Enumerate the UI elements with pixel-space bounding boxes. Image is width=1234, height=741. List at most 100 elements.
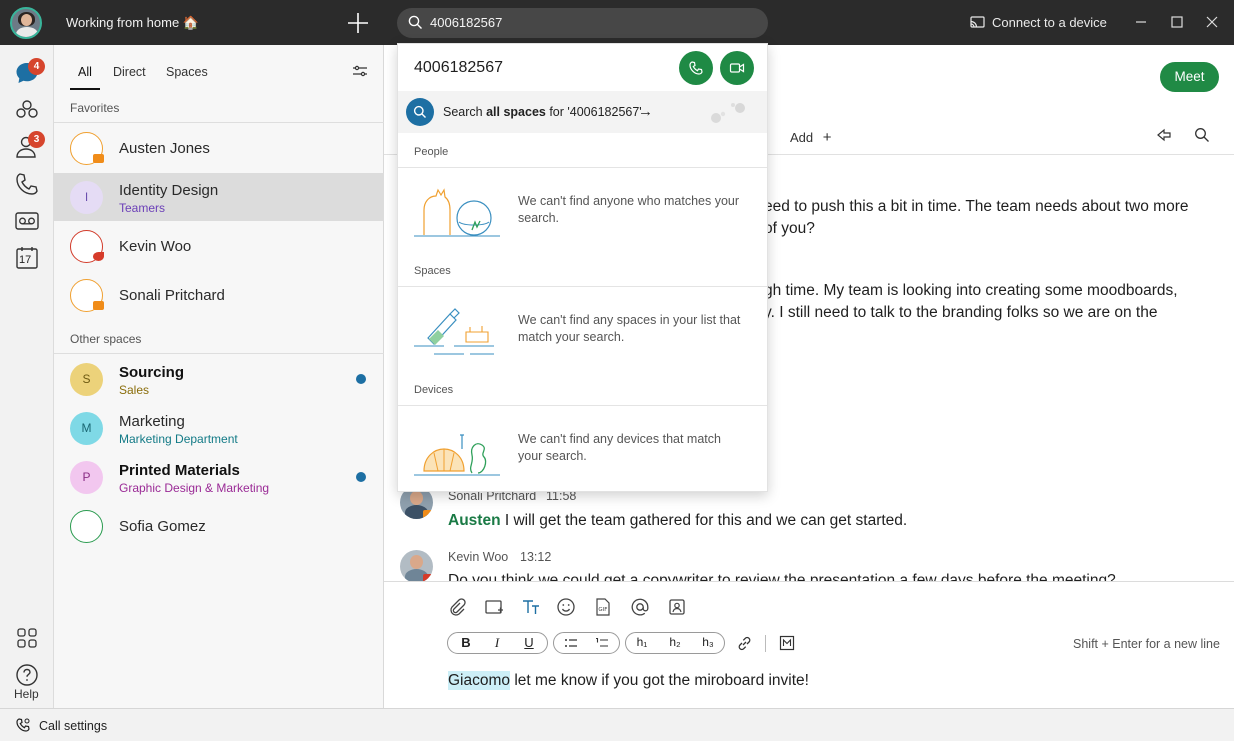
- space-name: Austen Jones: [119, 140, 210, 157]
- help-icon[interactable]: [13, 661, 41, 689]
- attach-icon[interactable]: [447, 597, 467, 617]
- heading-3-button[interactable]: h₃: [697, 635, 719, 649]
- bottom-bar: Call settings: [0, 708, 1234, 741]
- apps-grid-icon[interactable]: [13, 624, 41, 652]
- list-item[interactable]: Kevin Woo: [54, 222, 384, 270]
- space-name: Printed Materials: [119, 462, 240, 479]
- message-input[interactable]: Giacomo let me know if you got the mirob…: [448, 671, 809, 690]
- space-name: Sofia Gomez: [119, 518, 206, 535]
- divider: [54, 353, 384, 354]
- connect-device-button[interactable]: Connect to a device: [970, 15, 1107, 30]
- help-label: Help: [14, 687, 39, 701]
- heading-2-button[interactable]: h₂: [664, 635, 686, 649]
- shell-seahorse-illustration: [414, 434, 500, 476]
- space-name: Marketing: [119, 413, 185, 430]
- message-author: Kevin Woo: [448, 550, 509, 564]
- teams-icon[interactable]: [13, 96, 41, 124]
- search-all-spaces-button[interactable]: Search all spaces for '4006182567' →: [398, 91, 767, 133]
- video-call-button[interactable]: [720, 51, 754, 85]
- search-icon: [408, 15, 422, 29]
- mention-icon[interactable]: [630, 597, 650, 617]
- heading-group: h₁ h₂ h₃: [625, 632, 725, 654]
- voicemail-icon[interactable]: [13, 207, 41, 235]
- search-input[interactable]: 4006182567: [430, 15, 502, 30]
- search-bar[interactable]: 4006182567: [397, 8, 768, 38]
- emoji-icon[interactable]: [556, 597, 576, 617]
- numbered-list-icon[interactable]: [595, 637, 609, 649]
- composer-hint: Shift + Enter for a new line: [1073, 637, 1220, 651]
- search-all-spaces-label: Search all spaces for '4006182567': [443, 105, 642, 119]
- list-item[interactable]: Sonali Pritchard: [54, 271, 384, 319]
- thread-icon[interactable]: [1156, 127, 1172, 143]
- space-name: Sonali Pritchard: [119, 287, 225, 304]
- gif-icon[interactable]: GIF: [593, 597, 613, 617]
- cat-fishbowl-illustration: [414, 188, 500, 237]
- space-team: Graphic Design & Marketing: [119, 481, 270, 495]
- list-group: [553, 632, 620, 654]
- bold-button[interactable]: B: [455, 635, 477, 650]
- people-empty-message: We can't find anyone who matches your se…: [518, 194, 740, 225]
- bullet-list-icon[interactable]: [564, 637, 578, 649]
- close-icon[interactable]: [1203, 13, 1221, 31]
- underline-button[interactable]: U: [518, 635, 540, 650]
- call-settings-label[interactable]: Call settings: [39, 719, 107, 733]
- meet-button[interactable]: Meet: [1160, 62, 1219, 92]
- new-space-plus-icon[interactable]: [345, 10, 371, 36]
- whiteboard-icon[interactable]: [667, 597, 687, 617]
- avatar: [400, 550, 433, 583]
- message-text: y. I still need to talk to the branding …: [764, 304, 1158, 321]
- plus-icon: +: [822, 129, 832, 146]
- tab-all[interactable]: All: [78, 65, 92, 79]
- audio-call-button[interactable]: [679, 51, 713, 85]
- message-text: Austen I will get the team gathered for …: [448, 512, 908, 529]
- mention[interactable]: Austen: [448, 512, 501, 529]
- avatar: P: [70, 461, 103, 494]
- message-clip: Do you think we could get a copywriter t…: [448, 572, 1208, 581]
- list-item[interactable]: Sofia Gomez: [54, 502, 384, 550]
- space-name: Identity Design: [119, 182, 219, 199]
- list-item[interactable]: S Sourcing Sales: [54, 355, 384, 403]
- list-item[interactable]: I Identity Design Teamers: [54, 173, 384, 221]
- spaces-empty-message: We can't find any spaces in your list th…: [518, 313, 741, 344]
- calls-icon[interactable]: [13, 170, 41, 198]
- add-tab-button[interactable]: Add +: [790, 129, 832, 146]
- divider: [398, 405, 767, 406]
- draft-mention: Giacomo: [448, 671, 511, 690]
- markdown-icon[interactable]: [779, 635, 795, 651]
- search-results-dropdown: 4006182567 Search all spaces for '400618…: [397, 43, 768, 492]
- divider: [765, 635, 766, 652]
- filter-icon[interactable]: [352, 65, 368, 77]
- contacts-badge: 3: [28, 131, 45, 148]
- heading-1-button[interactable]: h₁: [631, 635, 653, 649]
- list-item[interactable]: Austen Jones: [54, 124, 384, 172]
- avatar: I: [70, 181, 103, 214]
- cast-icon: [970, 16, 985, 28]
- bubbles-icon: [711, 103, 745, 123]
- unread-dot: [356, 472, 366, 482]
- list-item[interactable]: P Printed Materials Graphic Design & Mar…: [54, 453, 384, 501]
- tab-direct[interactable]: Direct: [113, 65, 146, 79]
- connect-device-label: Connect to a device: [992, 15, 1107, 30]
- search-icon: [406, 98, 434, 126]
- search-query: 4006182567: [414, 59, 503, 76]
- add-tab-label: Add: [790, 130, 814, 145]
- calendar-day: 17: [19, 254, 32, 266]
- other-spaces-label: Other spaces: [70, 332, 142, 346]
- space-name: Sourcing: [119, 364, 185, 381]
- status-message[interactable]: Working from home 🏠: [66, 15, 199, 31]
- text-style-group: B I U: [447, 632, 548, 654]
- favorites-label: Favorites: [70, 101, 120, 115]
- minimize-icon[interactable]: [1132, 13, 1150, 31]
- user-avatar[interactable]: [10, 7, 42, 39]
- text-format-icon[interactable]: [521, 597, 541, 617]
- call-settings-icon[interactable]: [15, 717, 31, 733]
- screenshot-icon[interactable]: [484, 597, 504, 617]
- search-in-space-icon[interactable]: [1194, 127, 1210, 143]
- video-icon: [729, 63, 745, 73]
- italic-button[interactable]: I: [486, 635, 508, 651]
- list-item[interactable]: M Marketing Marketing Department: [54, 404, 384, 452]
- tab-spaces[interactable]: Spaces: [166, 65, 208, 79]
- maximize-icon[interactable]: [1168, 13, 1186, 31]
- link-icon[interactable]: [736, 635, 753, 652]
- active-tab-indicator: [70, 88, 100, 90]
